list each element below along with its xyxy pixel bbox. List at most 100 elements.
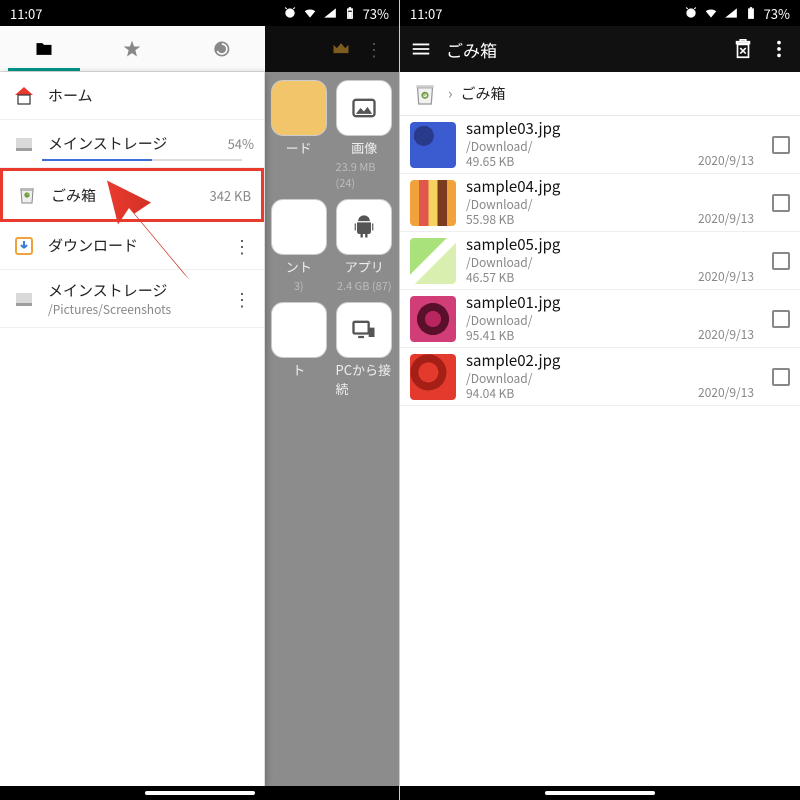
trash-icon [410,79,440,109]
list-item[interactable]: sample05.jpg/Download/46.57 KB 2020/9/13 [400,232,800,290]
right-screenshot: 11:07 73% ごみ箱 › ごみ箱 sample03.jpg/Downlo [400,0,800,800]
status-bar: 11:07 73% [0,0,399,26]
list-item[interactable]: sample02.jpg/Download/94.04 KB 2020/9/13 [400,348,800,406]
status-battery: 73% [363,4,389,23]
status-icons: 73% [283,4,389,23]
sidebar-item-label: メインストレージ [48,133,218,154]
file-name: sample03.jpg [466,120,688,139]
file-size: 46.57 KB [466,270,688,285]
file-name: sample05.jpg [466,236,688,255]
checkbox[interactable] [772,368,790,386]
sidebar-item-meta: 54% [228,134,254,153]
star-icon [122,39,142,59]
file-date: 2020/9/13 [698,210,754,231]
annotation-arrow [85,175,195,290]
signal-icon [323,6,337,20]
sidebar-item-meta: 342 KB [210,186,252,205]
status-time: 11:07 [10,4,42,23]
history-icon [211,39,231,59]
android-icon [350,213,378,241]
storage-icon [10,130,38,158]
thumbnail [410,354,456,400]
menu-icon[interactable] [410,38,432,60]
status-bar: 11:07 73% [400,0,800,26]
thumbnail [410,180,456,226]
more-icon[interactable]: ⋮ [230,286,254,312]
bg-tile-images: 画像23.9 MB (24) [336,80,394,191]
file-name: sample02.jpg [466,352,688,371]
storage-icon [10,285,38,313]
tab-history[interactable] [177,26,265,71]
file-path: /Download/ [466,197,688,212]
home-icon [10,82,38,110]
battery-icon [744,6,758,20]
checkbox[interactable] [772,194,790,212]
status-battery: 73% [764,4,790,23]
nav-bar [400,786,800,800]
signal-icon [724,6,738,20]
bg-tile-other: ト [270,302,328,398]
file-path: /Download/ [466,139,688,154]
image-icon [350,94,378,122]
delete-icon[interactable] [732,38,754,60]
download-icon [10,232,38,260]
file-path: /Download/ [466,313,688,328]
sidebar-tabs [0,26,265,72]
thumbnail [410,122,456,168]
file-size: 49.65 KB [466,154,688,169]
checkbox[interactable] [772,252,790,270]
wifi-icon [704,6,718,20]
list-item[interactable]: sample01.jpg/Download/95.41 KB 2020/9/13 [400,290,800,348]
storage-usage-bar [42,159,152,161]
trash-icon [13,181,41,209]
tab-favorites[interactable] [88,26,176,71]
tab-folder[interactable] [0,26,88,71]
wifi-icon [303,6,317,20]
sidebar-item-home[interactable]: ホーム [0,72,264,120]
status-time: 11:07 [410,4,442,23]
app-bar: ごみ箱 [400,26,800,72]
file-name: sample01.jpg [466,294,688,313]
background-appbar: ⋮ [264,26,399,72]
file-path: /Download/ [466,255,688,270]
bg-tile-apps: アプリ2.4 GB (87) [336,199,394,294]
sidebar-item-label: ホーム [48,85,254,106]
file-name: sample04.jpg [466,178,688,197]
list-item[interactable]: sample04.jpg/Download/55.98 KB 2020/9/13 [400,174,800,232]
file-path: /Download/ [466,371,688,386]
folder-icon [34,39,54,59]
file-size: 55.98 KB [466,212,688,227]
file-size: 95.41 KB [466,328,688,343]
file-date: 2020/9/13 [698,268,754,289]
bg-tile-docs: ント3) [270,199,328,294]
alarm-icon [283,6,297,20]
breadcrumb[interactable]: › ごみ箱 [400,72,800,116]
more-icon: ⋮ [365,36,383,62]
chevron-right-icon: › [448,83,453,104]
file-date: 2020/9/13 [698,152,754,173]
file-size: 94.04 KB [466,386,688,401]
alarm-icon [684,6,698,20]
pc-connect-icon [350,316,378,344]
crown-icon [331,39,351,59]
file-list: sample03.jpg/Download/49.65 KB 2020/9/13… [400,116,800,451]
bg-tile-pc: PCから接続 [336,302,394,398]
more-icon[interactable] [768,38,790,60]
more-icon[interactable]: ⋮ [230,233,254,259]
nav-bar [0,786,399,800]
page-title: ごみ箱 [446,37,718,62]
list-item[interactable]: sample03.jpg/Download/49.65 KB 2020/9/13 [400,116,800,174]
sidebar-item-sub: /Pictures/Screenshots [48,301,220,318]
file-date: 2020/9/13 [698,326,754,347]
checkbox[interactable] [772,136,790,154]
sidebar-item-storage[interactable]: メインストレージ 54% [0,120,264,168]
file-date: 2020/9/13 [698,384,754,405]
checkbox[interactable] [772,310,790,328]
breadcrumb-label: ごみ箱 [461,83,506,104]
bg-tile-media: ード [270,80,328,191]
battery-icon [343,6,357,20]
left-screenshot: 11:07 73% ⋮ ード 画像23.9 MB (24) [0,0,400,800]
thumbnail [410,296,456,342]
status-icons: 73% [684,4,790,23]
thumbnail [410,238,456,284]
